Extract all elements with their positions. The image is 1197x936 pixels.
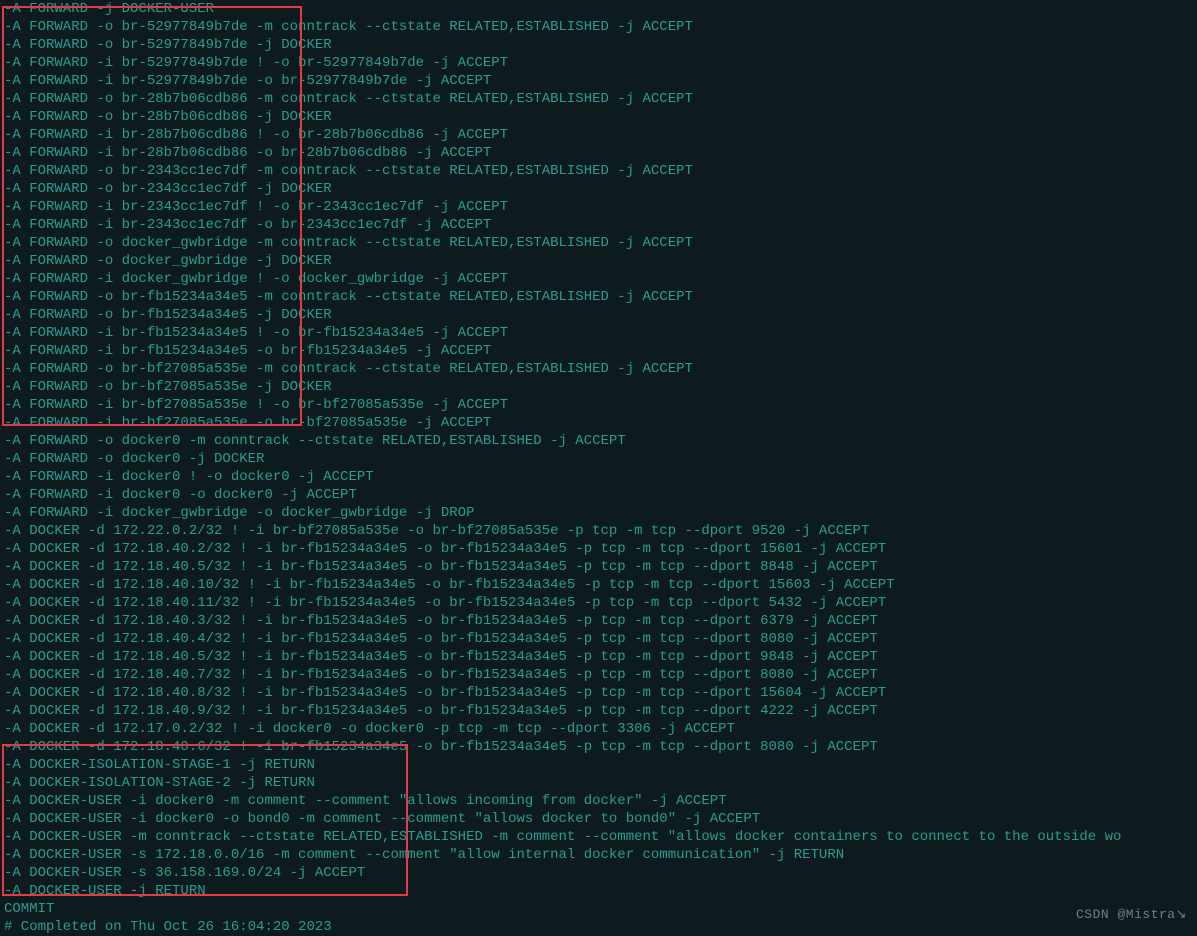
terminal-line: # Completed on Thu Oct 26 16:04:20 2023 [4, 918, 1193, 936]
terminal-line: -A FORWARD -o br-2343cc1ec7df -m conntra… [4, 162, 1193, 180]
terminal-output[interactable]: -A FORWARD -j DOCKER-USER-A FORWARD -o b… [0, 0, 1197, 936]
terminal-line: -A DOCKER-USER -i docker0 -m comment --c… [4, 792, 1193, 810]
terminal-line: -A DOCKER -d 172.18.40.4/32 ! -i br-fb15… [4, 630, 1193, 648]
terminal-line: -A DOCKER -d 172.18.40.10/32 ! -i br-fb1… [4, 576, 1193, 594]
terminal-line: -A FORWARD -i br-28b7b06cdb86 -o br-28b7… [4, 144, 1193, 162]
terminal-line: -A DOCKER-USER -m conntrack --ctstate RE… [4, 828, 1193, 846]
terminal-line: -A FORWARD -o br-28b7b06cdb86 -m conntra… [4, 90, 1193, 108]
terminal-line: -A DOCKER -d 172.17.0.2/32 ! -i docker0 … [4, 720, 1193, 738]
terminal-line: -A FORWARD -j DOCKER-USER [4, 0, 1193, 18]
terminal-line: -A FORWARD -o br-fb15234a34e5 -m conntra… [4, 288, 1193, 306]
terminal-line: -A DOCKER -d 172.18.40.9/32 ! -i br-fb15… [4, 702, 1193, 720]
terminal-line: -A DOCKER -d 172.18.40.5/32 ! -i br-fb15… [4, 558, 1193, 576]
terminal-line: -A DOCKER -d 172.18.40.7/32 ! -i br-fb15… [4, 666, 1193, 684]
terminal-line: -A FORWARD -o br-28b7b06cdb86 -j DOCKER [4, 108, 1193, 126]
terminal-line: -A FORWARD -o br-bf27085a535e -m conntra… [4, 360, 1193, 378]
terminal-line: -A FORWARD -i br-bf27085a535e -o br-bf27… [4, 414, 1193, 432]
terminal-line: -A FORWARD -o br-2343cc1ec7df -j DOCKER [4, 180, 1193, 198]
terminal-line: -A DOCKER -d 172.18.40.3/32 ! -i br-fb15… [4, 612, 1193, 630]
terminal-line: -A FORWARD -i docker0 -o docker0 -j ACCE… [4, 486, 1193, 504]
terminal-line: -A FORWARD -o docker_gwbridge -m conntra… [4, 234, 1193, 252]
terminal-line: -A FORWARD -o docker0 -m conntrack --cts… [4, 432, 1193, 450]
terminal-line: -A DOCKER -d 172.18.40.8/32 ! -i br-fb15… [4, 684, 1193, 702]
terminal-line: -A FORWARD -i br-28b7b06cdb86 ! -o br-28… [4, 126, 1193, 144]
terminal-line: -A FORWARD -o br-fb15234a34e5 -j DOCKER [4, 306, 1193, 324]
terminal-line: -A FORWARD -o br-52977849b7de -j DOCKER [4, 36, 1193, 54]
terminal-line: -A FORWARD -i br-fb15234a34e5 ! -o br-fb… [4, 324, 1193, 342]
terminal-line: -A FORWARD -i docker0 ! -o docker0 -j AC… [4, 468, 1193, 486]
terminal-line: -A DOCKER-USER -i docker0 -o bond0 -m co… [4, 810, 1193, 828]
terminal-line: -A FORWARD -i docker_gwbridge -o docker_… [4, 504, 1193, 522]
terminal-line: -A FORWARD -i br-fb15234a34e5 -o br-fb15… [4, 342, 1193, 360]
terminal-line: -A DOCKER-USER -s 172.18.0.0/16 -m comme… [4, 846, 1193, 864]
terminal-line: -A DOCKER -d 172.18.40.6/32 ! -i br-fb15… [4, 738, 1193, 756]
terminal-line: -A DOCKER-ISOLATION-STAGE-2 -j RETURN [4, 774, 1193, 792]
terminal-line: -A FORWARD -i br-52977849b7de -o br-5297… [4, 72, 1193, 90]
terminal-line: -A FORWARD -o br-bf27085a535e -j DOCKER [4, 378, 1193, 396]
terminal-line: -A DOCKER-ISOLATION-STAGE-1 -j RETURN [4, 756, 1193, 774]
terminal-line: -A DOCKER-USER -j RETURN [4, 882, 1193, 900]
terminal-line: -A FORWARD -o docker0 -j DOCKER [4, 450, 1193, 468]
terminal-line: -A FORWARD -i br-bf27085a535e ! -o br-bf… [4, 396, 1193, 414]
terminal-line: COMMIT [4, 900, 1193, 918]
terminal-line: -A DOCKER -d 172.18.40.11/32 ! -i br-fb1… [4, 594, 1193, 612]
terminal-line: -A FORWARD -i docker_gwbridge ! -o docke… [4, 270, 1193, 288]
terminal-line: -A DOCKER-USER -s 36.158.169.0/24 -j ACC… [4, 864, 1193, 882]
terminal-line: -A FORWARD -i br-2343cc1ec7df -o br-2343… [4, 216, 1193, 234]
terminal-line: -A DOCKER -d 172.22.0.2/32 ! -i br-bf270… [4, 522, 1193, 540]
terminal-line: -A FORWARD -o docker_gwbridge -j DOCKER [4, 252, 1193, 270]
terminal-line: -A DOCKER -d 172.18.40.2/32 ! -i br-fb15… [4, 540, 1193, 558]
terminal-line: -A FORWARD -o br-52977849b7de -m conntra… [4, 18, 1193, 36]
terminal-line: -A FORWARD -i br-2343cc1ec7df ! -o br-23… [4, 198, 1193, 216]
watermark: CSDN @Mistra↘ [1076, 907, 1187, 922]
terminal-line: -A DOCKER -d 172.18.40.5/32 ! -i br-fb15… [4, 648, 1193, 666]
terminal-line: -A FORWARD -i br-52977849b7de ! -o br-52… [4, 54, 1193, 72]
